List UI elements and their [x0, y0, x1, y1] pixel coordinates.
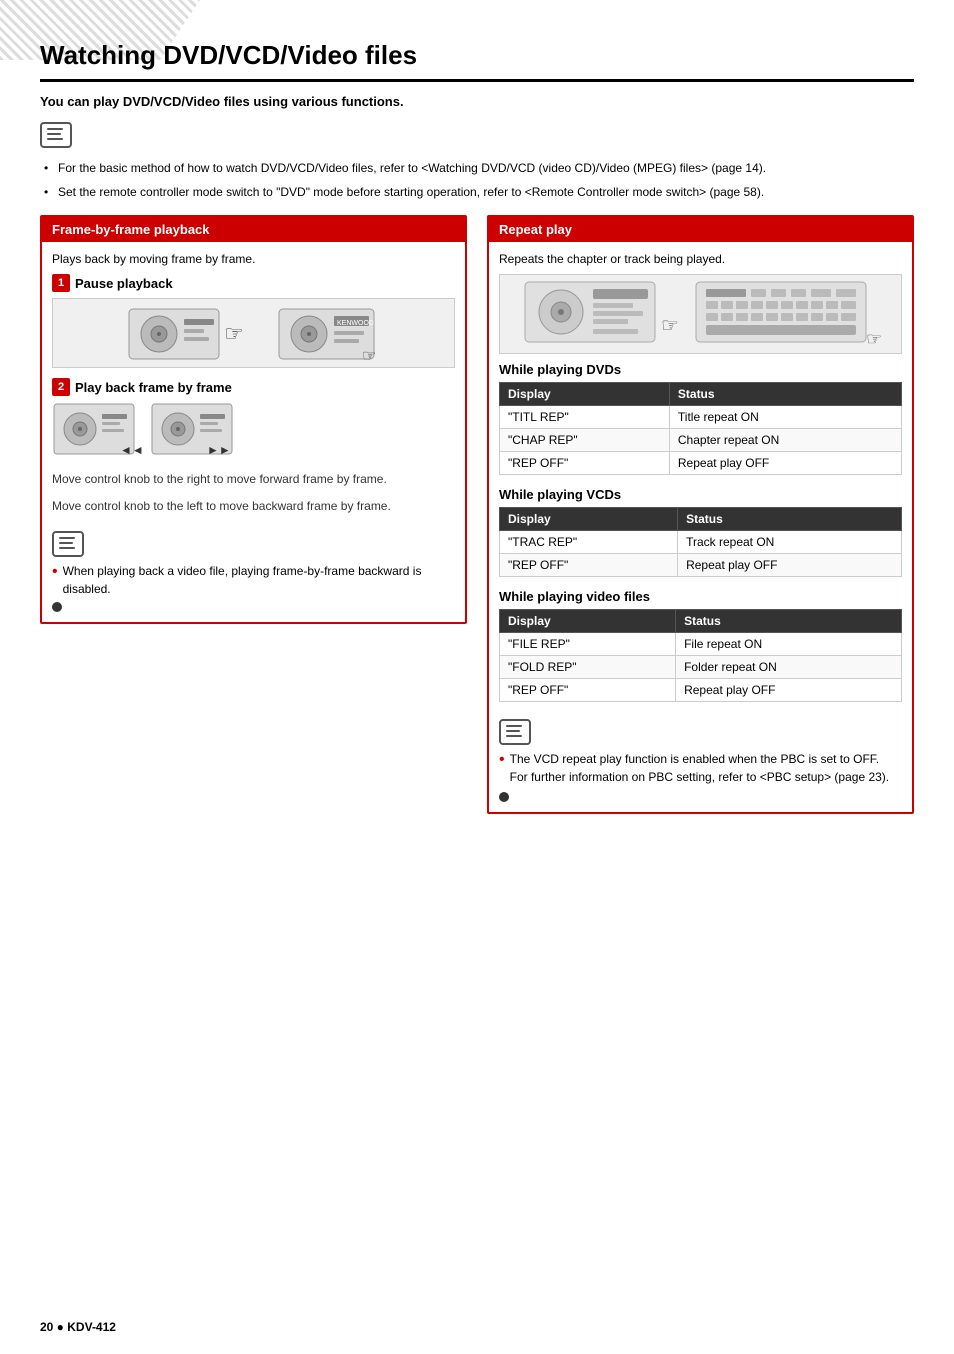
frame-by-frame-header: Frame-by-frame playback [42, 217, 465, 242]
svg-text:☞: ☞ [362, 348, 376, 365]
status-cell: Repeat play OFF [678, 554, 902, 577]
bullet-decoration-repeat [499, 792, 509, 802]
table-row: "TITL REP"Title repeat ON [500, 406, 902, 429]
display-cell: "REP OFF" [500, 554, 678, 577]
step1-device-illustration: ☞ KENWOOD ☞ [52, 298, 455, 368]
frameby-note-text: When playing back a video file, playing … [63, 562, 455, 598]
frame-by-frame-content: Plays back by moving frame by frame. 1 P… [42, 242, 465, 622]
video-table: Display Status "FILE REP"File repeat ON"… [499, 609, 902, 702]
page-title: Watching DVD/VCD/Video files [40, 40, 914, 82]
repeat-svg: ☞ [521, 277, 881, 352]
repeat-device-illustration: ☞ [499, 274, 902, 354]
step2-svg: ◄◄ ►► [52, 402, 237, 462]
page-footer: 20 ● KDV-412 [40, 1320, 116, 1334]
status-cell: Repeat play OFF [676, 679, 902, 702]
step1-svg: ☞ KENWOOD ☞ [124, 301, 384, 366]
note-icon-repeat [499, 714, 902, 750]
page-subtitle: You can play DVD/VCD/Video files using v… [40, 94, 914, 109]
dvd-col2-header: Status [669, 383, 901, 406]
status-cell: Folder repeat ON [676, 656, 902, 679]
step1-label: 1 [52, 274, 70, 292]
vcd-subtitle: While playing VCDs [499, 487, 902, 502]
vcd-col1-header: Display [500, 508, 678, 531]
step1-title: 1 Pause playback [52, 274, 455, 292]
vcd-table: Display Status "TRAC REP"Track repeat ON… [499, 507, 902, 577]
step-text-1: Move control knob to the right to move f… [52, 470, 455, 489]
status-cell: Title repeat ON [669, 406, 901, 429]
display-cell: "TITL REP" [500, 406, 670, 429]
display-cell: "FILE REP" [500, 633, 676, 656]
vcd-table-body: "TRAC REP"Track repeat ON"REP OFF"Repeat… [500, 531, 902, 577]
frame-by-frame-desc: Plays back by moving frame by frame. [52, 252, 455, 266]
table-row: "CHAP REP"Chapter repeat ON [500, 429, 902, 452]
step-text-2: Move control knob to the left to move ba… [52, 497, 455, 516]
table-row: "TRAC REP"Track repeat ON [500, 531, 902, 554]
video-table-body: "FILE REP"File repeat ON"FOLD REP"Folder… [500, 633, 902, 702]
repeat-note-1-dot: • [499, 752, 505, 768]
step2-title: 2 Play back frame by frame [52, 378, 455, 396]
table-row: "FOLD REP"Folder repeat ON [500, 656, 902, 679]
page-container: Watching DVD/VCD/Video files You can pla… [0, 0, 954, 1354]
vcd-table-head: Display Status [500, 508, 902, 531]
intro-note-2: Set the remote controller mode switch to… [40, 183, 914, 201]
dvd-table-body: "TITL REP"Title repeat ON"CHAP REP"Chapt… [500, 406, 902, 475]
repeat-note-1-text: The VCD repeat play function is enabled … [510, 750, 890, 786]
repeat-note-1: • The VCD repeat play function is enable… [499, 750, 902, 786]
display-cell: "REP OFF" [500, 452, 670, 475]
dvd-subtitle: While playing DVDs [499, 362, 902, 377]
repeat-play-header: Repeat play [489, 217, 912, 242]
table-row: "REP OFF"Repeat play OFF [500, 679, 902, 702]
left-column: Frame-by-frame playback Plays back by mo… [40, 215, 467, 830]
video-col2-header: Status [676, 610, 902, 633]
display-cell: "CHAP REP" [500, 429, 670, 452]
intro-notes: For the basic method of how to watch DVD… [40, 159, 914, 201]
frameby-note: • When playing back a video file, playin… [52, 562, 455, 598]
repeat-play-content: Repeats the chapter or track being playe… [489, 242, 912, 812]
status-cell: Repeat play OFF [669, 452, 901, 475]
svg-text:◄◄: ◄◄ [120, 443, 144, 457]
intro-note-1: For the basic method of how to watch DVD… [40, 159, 914, 177]
note-dot: • [52, 564, 58, 580]
display-cell: "REP OFF" [500, 679, 676, 702]
step2-label: 2 [52, 378, 70, 396]
frame-by-frame-section: Frame-by-frame playback Plays back by mo… [40, 215, 467, 624]
display-cell: "TRAC REP" [500, 531, 678, 554]
two-column-layout: Frame-by-frame playback Plays back by mo… [40, 215, 914, 830]
dvd-table: Display Status "TITL REP"Title repeat ON… [499, 382, 902, 475]
display-cell: "FOLD REP" [500, 656, 676, 679]
status-cell: File repeat ON [676, 633, 902, 656]
status-cell: Track repeat ON [678, 531, 902, 554]
table-row: "REP OFF"Repeat play OFF [500, 554, 902, 577]
svg-text:►►: ►► [207, 443, 231, 457]
vcd-col2-header: Status [678, 508, 902, 531]
table-row: "FILE REP"File repeat ON [500, 633, 902, 656]
svg-text:KENWOOD: KENWOOD [337, 320, 374, 327]
bullet-decoration [52, 602, 62, 612]
video-subtitle: While playing video files [499, 589, 902, 604]
svg-text:☞: ☞ [866, 329, 881, 349]
video-table-head: Display Status [500, 610, 902, 633]
svg-text:☞: ☞ [661, 315, 679, 337]
step2-title-text: Play back frame by frame [75, 380, 232, 395]
dvd-table-head: Display Status [500, 383, 902, 406]
status-cell: Chapter repeat ON [669, 429, 901, 452]
repeat-play-desc: Repeats the chapter or track being playe… [499, 252, 902, 266]
note-icon-frameby [52, 526, 455, 562]
svg-text:☞: ☞ [224, 321, 244, 346]
step2-device-illustration: ◄◄ ►► [52, 402, 455, 462]
right-column: Repeat play Repeats the chapter or track… [487, 215, 914, 830]
repeat-play-section: Repeat play Repeats the chapter or track… [487, 215, 914, 814]
table-row: "REP OFF"Repeat play OFF [500, 452, 902, 475]
note-icon-top [40, 117, 914, 153]
dvd-col1-header: Display [500, 383, 670, 406]
step1-title-text: Pause playback [75, 276, 173, 291]
video-col1-header: Display [500, 610, 676, 633]
